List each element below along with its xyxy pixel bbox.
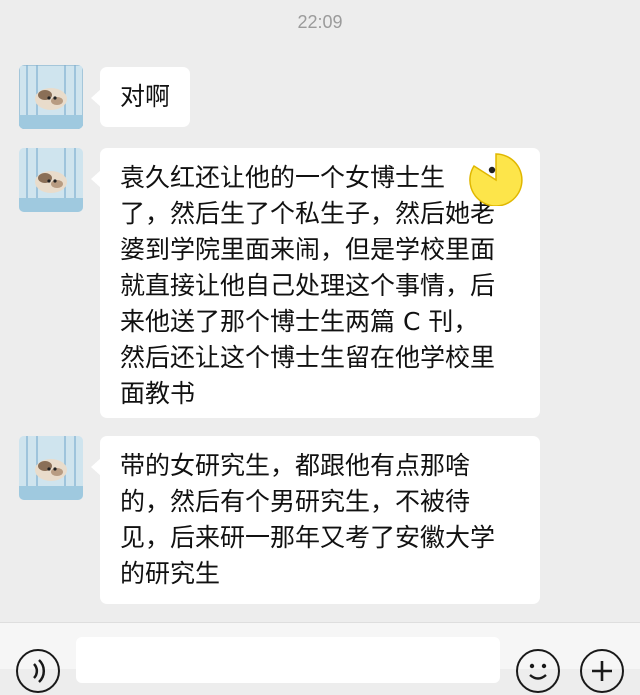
voice-icon[interactable] xyxy=(16,649,60,693)
avatar-image xyxy=(19,148,83,212)
avatar-image xyxy=(19,65,83,129)
plus-icon[interactable] xyxy=(580,649,624,693)
pacman-emoji-icon xyxy=(466,150,526,207)
avatar[interactable] xyxy=(19,65,83,129)
avatar-image xyxy=(19,436,83,500)
chat-input-bar xyxy=(0,622,640,693)
chat-timestamp: 22:09 xyxy=(297,12,343,32)
message-input[interactable] xyxy=(76,637,500,683)
message-bubble[interactable]: 带的女研究生，都跟他有点那啥 的，然后有个男研究生，不被待 见，后来研一那年又考… xyxy=(91,436,540,604)
emoji-icon[interactable] xyxy=(516,649,560,693)
message-bubble[interactable]: 对啊 xyxy=(91,67,190,127)
avatar[interactable] xyxy=(19,436,83,500)
avatar[interactable] xyxy=(19,148,83,212)
